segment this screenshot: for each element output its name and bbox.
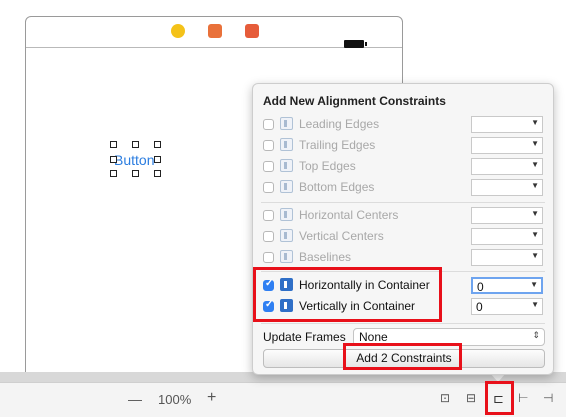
baselines-checkbox[interactable]: [263, 252, 274, 263]
top-edges-value-field[interactable]: ▼: [471, 158, 543, 175]
resize-handle[interactable]: [110, 141, 117, 148]
align-top-edges-icon: [280, 159, 293, 172]
field-value: 0: [476, 300, 483, 314]
resize-handle[interactable]: [132, 170, 139, 177]
update-frames-label: Update Frames: [263, 330, 346, 344]
resolve-issues-icon[interactable]: ⊣: [543, 391, 553, 405]
align-horizontal-centers-icon: [280, 208, 293, 221]
zoom-level[interactable]: 100%: [158, 392, 191, 407]
horizontal-centers-checkbox[interactable]: [263, 210, 274, 221]
trailing-edges-checkbox[interactable]: [263, 140, 274, 151]
align-leading-edges-icon: [280, 117, 293, 130]
constraint-label: Trailing Edges: [299, 138, 376, 152]
vertical-centers-checkbox[interactable]: [263, 231, 274, 242]
vertically-in-container-value-field[interactable]: 0 ▼: [471, 298, 543, 315]
update-frames-icon[interactable]: ⊡: [440, 391, 450, 405]
constraint-row-baselines: Baselines ▼: [261, 248, 545, 268]
popover-title: Add New Alignment Constraints: [263, 94, 446, 108]
button-element[interactable]: Button: [114, 152, 154, 168]
constraint-label: Horizontal Centers: [299, 208, 399, 222]
constraint-row-vertical-centers: Vertical Centers ▼: [261, 227, 545, 247]
horizontal-centers-value-field[interactable]: ▼: [471, 207, 543, 224]
constraint-row-leading-edges: Leading Edges ▼: [261, 115, 545, 135]
resize-handle[interactable]: [132, 141, 139, 148]
trailing-edges-value-field[interactable]: ▼: [471, 137, 543, 154]
constraint-label: Bottom Edges: [299, 180, 375, 194]
bottom-edges-value-field[interactable]: ▼: [471, 179, 543, 196]
resize-handle[interactable]: [154, 170, 161, 177]
constraint-row-bottom-edges: Bottom Edges ▼: [261, 178, 545, 198]
constraint-row-top-edges: Top Edges ▼: [261, 157, 545, 177]
divider: [261, 202, 545, 203]
zoom-out-button[interactable]: —: [128, 391, 142, 407]
highlight-align-tool: [485, 381, 514, 415]
resize-handle[interactable]: [110, 170, 117, 177]
stack-icon[interactable]: ⊟: [466, 391, 476, 405]
field-value: 0: [477, 280, 484, 294]
constraint-label: Top Edges: [299, 159, 356, 173]
pin-icon[interactable]: ⊢: [518, 391, 528, 405]
resize-handle[interactable]: [154, 156, 161, 163]
bottom-edges-checkbox[interactable]: [263, 182, 274, 193]
view-controller-icon[interactable]: [171, 24, 185, 38]
align-baselines-icon: [280, 250, 293, 263]
battery-icon: [344, 40, 367, 48]
baselines-value-field[interactable]: ▼: [471, 249, 543, 266]
constraint-label: Leading Edges: [299, 117, 380, 131]
leading-edges-checkbox[interactable]: [263, 119, 274, 130]
update-frames-value: None: [359, 330, 388, 344]
highlight-container-checkboxes: [253, 267, 442, 322]
constraint-row-trailing-edges: Trailing Edges ▼: [261, 136, 545, 156]
align-vertical-centers-icon: [280, 229, 293, 242]
highlight-add-button: [343, 343, 462, 370]
divider: [261, 323, 545, 324]
resize-handle[interactable]: [154, 141, 161, 148]
top-edges-checkbox[interactable]: [263, 161, 274, 172]
zoom-in-button[interactable]: +: [207, 389, 216, 407]
bottom-toolbar: — 100% + ⊡ ⊟ ⊏ ⊢ ⊣: [0, 382, 566, 417]
constraint-label: Baselines: [299, 250, 352, 264]
constraint-row-horizontal-centers: Horizontal Centers ▼: [261, 206, 545, 226]
alignment-constraints-popover: Add New Alignment Constraints Leading Ed…: [252, 83, 554, 375]
horizontally-in-container-value-field[interactable]: 0 ▼: [471, 277, 543, 294]
align-trailing-edges-icon: [280, 138, 293, 151]
chevron-updown-icon: ⇕: [532, 330, 540, 340]
align-bottom-edges-icon: [280, 180, 293, 193]
resize-handle[interactable]: [110, 156, 117, 163]
leading-edges-value-field[interactable]: ▼: [471, 116, 543, 133]
vertical-centers-value-field[interactable]: ▼: [471, 228, 543, 245]
exit-icon[interactable]: [245, 24, 259, 38]
first-responder-icon[interactable]: [208, 24, 222, 38]
constraint-label: Vertical Centers: [299, 229, 384, 243]
